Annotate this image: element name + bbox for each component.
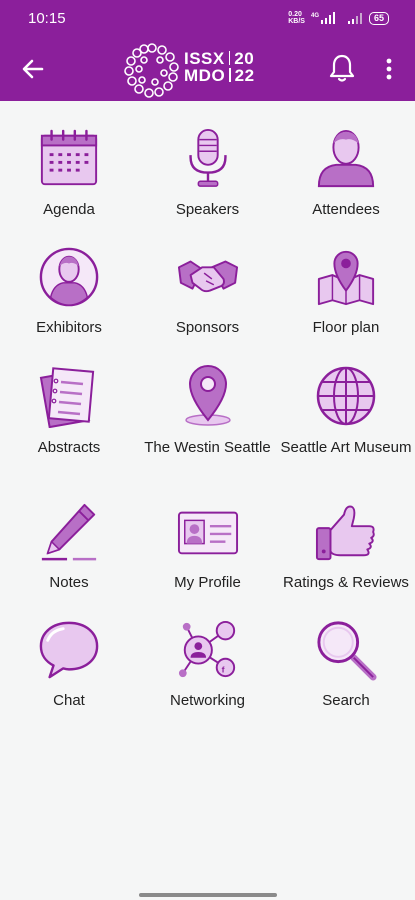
pen-icon [41, 503, 97, 561]
tile-networking[interactable]: f Networking [138, 592, 277, 710]
tile-my-profile[interactable]: My Profile [138, 474, 277, 592]
app-bar: ISSX 20 MDO 22 [0, 36, 415, 101]
tile-label: Abstracts [37, 439, 101, 456]
signal-icon-2 [347, 13, 362, 24]
tile-label: Networking [169, 692, 246, 709]
globe-icon [316, 366, 376, 426]
tile-label: Attendees [312, 201, 380, 218]
tile-sponsors[interactable]: Sponsors [138, 219, 277, 337]
tile-floor-plan[interactable]: Floor plan [277, 219, 415, 337]
status-bar: 10:15 0.20 KB/S 4G 65 [0, 0, 415, 36]
tile-search[interactable]: Search [277, 592, 415, 710]
signal-icon: 4G [311, 12, 335, 24]
tile-the-westin-seattle[interactable]: The Westin Seattle [138, 337, 277, 474]
tile-label: Floor plan [312, 319, 380, 336]
tile-label: Exhibitors [36, 319, 102, 336]
tile-label: Sponsors [175, 319, 240, 336]
tile-label: Agenda [43, 201, 95, 218]
tile-label: Search [322, 692, 370, 709]
notification-bell-icon[interactable] [328, 52, 356, 84]
tile-notes[interactable]: Notes [0, 474, 138, 592]
status-time: 10:15 [28, 10, 66, 27]
app-header: 10:15 0.20 KB/S 4G 65 ISSX 20 MDO 22 [0, 0, 415, 101]
network-speed-indicator: 0.20 KB/S [288, 11, 305, 25]
network-icon: f [178, 620, 235, 678]
tile-label: My Profile [174, 574, 241, 591]
logo-ring-icon [124, 43, 179, 98]
tile-label: Speakers [175, 201, 240, 218]
calendar-icon [40, 129, 98, 186]
battery-icon: 65 [368, 11, 389, 25]
tile-label: Seattle Art Museum [280, 439, 412, 456]
tile-agenda[interactable]: Agenda [0, 101, 138, 219]
logo-wordmark: ISSX 20 MDO 22 [184, 49, 255, 85]
svg-text:f: f [221, 664, 224, 674]
tile-label: The Westin Seattle [144, 439, 271, 456]
menu-grid: Agenda Speakers Attendees Exhibitors Spo… [0, 101, 415, 710]
documents-icon [39, 367, 95, 428]
person-icon [317, 129, 375, 188]
status-icons: 0.20 KB/S 4G 65 [288, 9, 389, 27]
microphone-icon [188, 128, 227, 187]
tile-attendees[interactable]: Attendees [277, 101, 415, 219]
overflow-menu-icon[interactable] [380, 52, 398, 84]
speech-bubble-icon [39, 621, 99, 679]
thumbs-up-icon [315, 505, 375, 561]
map-pin-icon [317, 250, 375, 306]
svg-text:4G: 4G [311, 13, 319, 19]
handshake-icon [177, 260, 238, 293]
back-arrow-icon[interactable] [18, 54, 48, 84]
user-circle-icon [39, 247, 99, 307]
tile-chat[interactable]: Chat [0, 592, 138, 710]
tile-label: Ratings & Reviews [283, 574, 409, 591]
event-logo: ISSX 20 MDO 22 [122, 40, 272, 100]
location-pin-icon [184, 365, 231, 426]
home-indicator[interactable] [139, 893, 277, 897]
tile-seattle-art-museum[interactable]: Seattle Art Museum [277, 337, 415, 474]
id-card-icon [177, 511, 238, 555]
tile-speakers[interactable]: Speakers [138, 101, 277, 219]
tile-label: Notes [49, 574, 89, 591]
tile-abstracts[interactable]: Abstracts [0, 337, 138, 474]
tile-label: Chat [53, 692, 85, 709]
magnifier-icon [317, 621, 377, 681]
tile-ratings-reviews[interactable]: Ratings & Reviews [277, 474, 415, 592]
tile-exhibitors[interactable]: Exhibitors [0, 219, 138, 337]
